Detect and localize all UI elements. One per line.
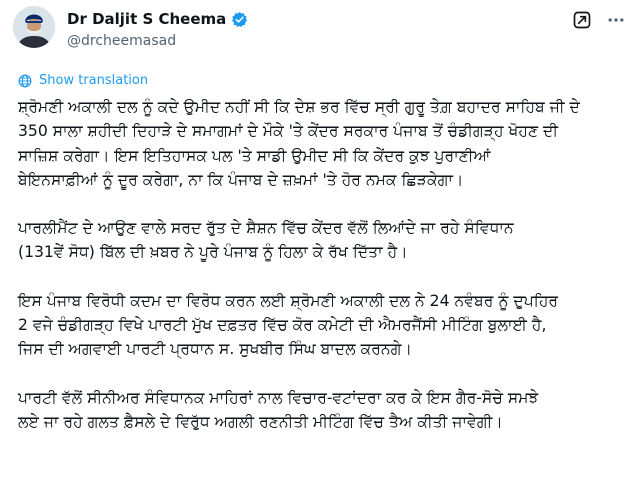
tweet-line: ਲਏ ਜਾ ਰਹੇ ਗਲਤ ਫ਼ੈਸਲੇ ਦੇ ਵਿਰੁੱਧ ਅਗਲੀ ਰਣਨੀ… [18, 412, 503, 431]
show-translation-label[interactable]: Show translation [39, 73, 148, 88]
tweet-line: 2 ਵਜੇ ਚੰਡੀਗੜ੍ਹ ਵਿਖੇ ਪਾਰਟੀ ਮੁੱਖ ਦਫ਼ਤਰ ਵਿੱ… [18, 316, 547, 335]
author-handle[interactable]: @drcheemasad [67, 33, 176, 49]
more-options-icon[interactable] [606, 10, 626, 30]
author-name[interactable]: Dr Daljit S Cheema [67, 10, 226, 28]
tweet-paragraph: ਇਸ ਪੰਜਾਬ ਵਿਰੋਧੀ ਕਦਮ ਦਾ ਵਿਰੋਧ ਕਰਨ ਲਈ ਸ਼੍ਰ… [18, 289, 630, 362]
tweet-line: ਸਾਜ਼ਿਸ਼ ਕਰੇਗਾ। ਇਸ ਇਤਿਹਾਸਕ ਪਲ 'ਤੇ ਸਾਡੀ ਉਮ… [18, 146, 491, 165]
tweet-paragraph: ਪਾਰਲੀਮੈਂਟ ਦੇ ਆਉਣ ਵਾਲੇ ਸਰਦ ਰੁੱਤ ਦੇ ਸ਼ੈਸ਼ਨ… [18, 216, 630, 265]
tweet-line: ਬੇਇਨਸਾਫ਼ੀਆਂ ਨੂੰ ਦੂਰ ਕਰੇਗਾ, ਨਾ ਕਿ ਪੰਜਾਬ ਦ… [18, 170, 464, 189]
profile-photo [13, 6, 55, 48]
grok-icon[interactable] [572, 10, 592, 30]
tweet-line: 350 ਸਾਲਾ ਸ਼ਹੀਦੀ ਦਿਹਾੜੇ ਦੇ ਸਮਾਗਮਾਂ ਦੇ ਮੌਕ… [18, 122, 559, 141]
tweet-paragraph: ਸ਼੍ਰੋਮਣੀ ਅਕਾਲੀ ਦਲ ਨੂੰ ਕਦੇ ਉਮੀਦ ਨਹੀਂ ਸੀ ਕ… [18, 95, 630, 192]
tweet-header-actions [572, 10, 626, 30]
tweet-paragraph: ਪਾਰਟੀ ਵੱਲੋਂ ਸੀਨੀਅਰ ਸੰਵਿਧਾਨਕ ਮਾਹਿਰਾਂ ਨਾਲ … [18, 386, 630, 435]
globe-icon [18, 74, 32, 88]
show-translation-link[interactable]: Show translation [18, 73, 148, 88]
verified-badge-icon [231, 11, 248, 28]
author-name-row: Dr Daljit S Cheema [67, 10, 248, 28]
avatar[interactable] [13, 6, 55, 48]
tweet-line: ਪਾਰਟੀ ਵੱਲੋਂ ਸੀਨੀਅਰ ਸੰਵਿਧਾਨਕ ਮਾਹਿਰਾਂ ਨਾਲ … [18, 388, 539, 407]
tweet-line: ਇਸ ਪੰਜਾਬ ਵਿਰੋਧੀ ਕਦਮ ਦਾ ਵਿਰੋਧ ਕਰਨ ਲਈ ਸ਼੍ਰ… [18, 291, 559, 310]
tweet-line: ਪਾਰਲੀਮੈਂਟ ਦੇ ਆਉਣ ਵਾਲੇ ਸਰਦ ਰੁੱਤ ਦੇ ਸ਼ੈਸ਼ਨ… [18, 219, 514, 238]
tweet-line: ਸ਼੍ਰੋਮਣੀ ਅਕਾਲੀ ਦਲ ਨੂੰ ਕਦੇ ਉਮੀਦ ਨਹੀਂ ਸੀ ਕ… [18, 98, 580, 116]
tweet-line: (131ਵੇਂ ਸੋਧ) ਬਿੱਲ ਦੀ ਖ਼ਬਰ ਨੇ ਪੂਰੇ ਪੰਜਾਬ … [18, 243, 408, 262]
tweet-line: ਜਿਸ ਦੀ ਅਗਵਾਈ ਪਾਰਟੀ ਪ੍ਰਧਾਨ ਸ. ਸੁਖਬੀਰ ਸਿੰਘ… [18, 340, 412, 359]
tweet-text: ਸ਼੍ਰੋਮਣੀ ਅਕਾਲੀ ਦਲ ਨੂੰ ਕਦੇ ਉਮੀਦ ਨਹੀਂ ਸੀ ਕ… [18, 95, 630, 458]
